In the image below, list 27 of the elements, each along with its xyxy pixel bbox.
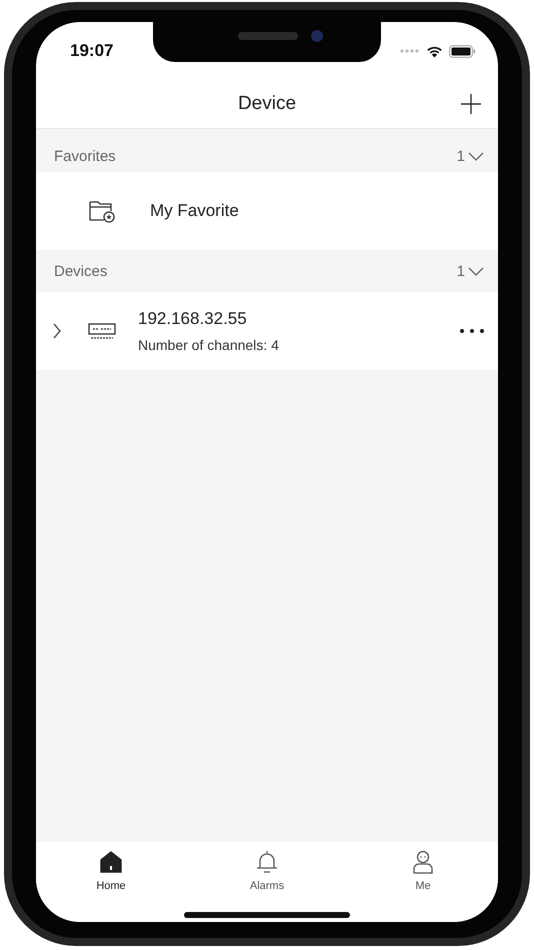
favorite-row[interactable]: My Favorite bbox=[36, 172, 498, 250]
home-icon bbox=[100, 850, 122, 874]
section-count: 1 bbox=[456, 148, 465, 165]
section-title: Favorites bbox=[54, 148, 116, 165]
device-row[interactable]: 192.168.32.55 Number of channels: 4 bbox=[36, 292, 498, 370]
wifi-icon bbox=[426, 44, 443, 58]
chevron-down-icon[interactable] bbox=[468, 152, 484, 161]
tab[interactable]: Me bbox=[378, 850, 468, 922]
bell-icon bbox=[255, 850, 279, 874]
chevron-down-icon[interactable] bbox=[468, 266, 484, 276]
recorder-icon bbox=[88, 323, 116, 339]
status-time: 19:07 bbox=[70, 41, 114, 61]
section-title: Devices bbox=[54, 262, 108, 280]
battery-icon bbox=[449, 44, 476, 58]
page-title: Device bbox=[238, 93, 296, 115]
add-icon[interactable] bbox=[460, 93, 482, 115]
person-icon bbox=[412, 850, 434, 874]
more-icon[interactable] bbox=[460, 329, 484, 333]
channel-count: Number of channels: 4 bbox=[138, 337, 280, 353]
favorite-name: My Favorite bbox=[150, 201, 239, 221]
device-address: 192.168.32.55 bbox=[138, 309, 248, 329]
tab[interactable]: Alarms bbox=[222, 850, 312, 922]
chevron-right-icon[interactable] bbox=[52, 323, 62, 339]
tab[interactable]: Home bbox=[66, 850, 156, 922]
folder-star-icon bbox=[89, 199, 115, 223]
signal-icon bbox=[400, 49, 420, 53]
section-count: 1 bbox=[456, 262, 465, 280]
